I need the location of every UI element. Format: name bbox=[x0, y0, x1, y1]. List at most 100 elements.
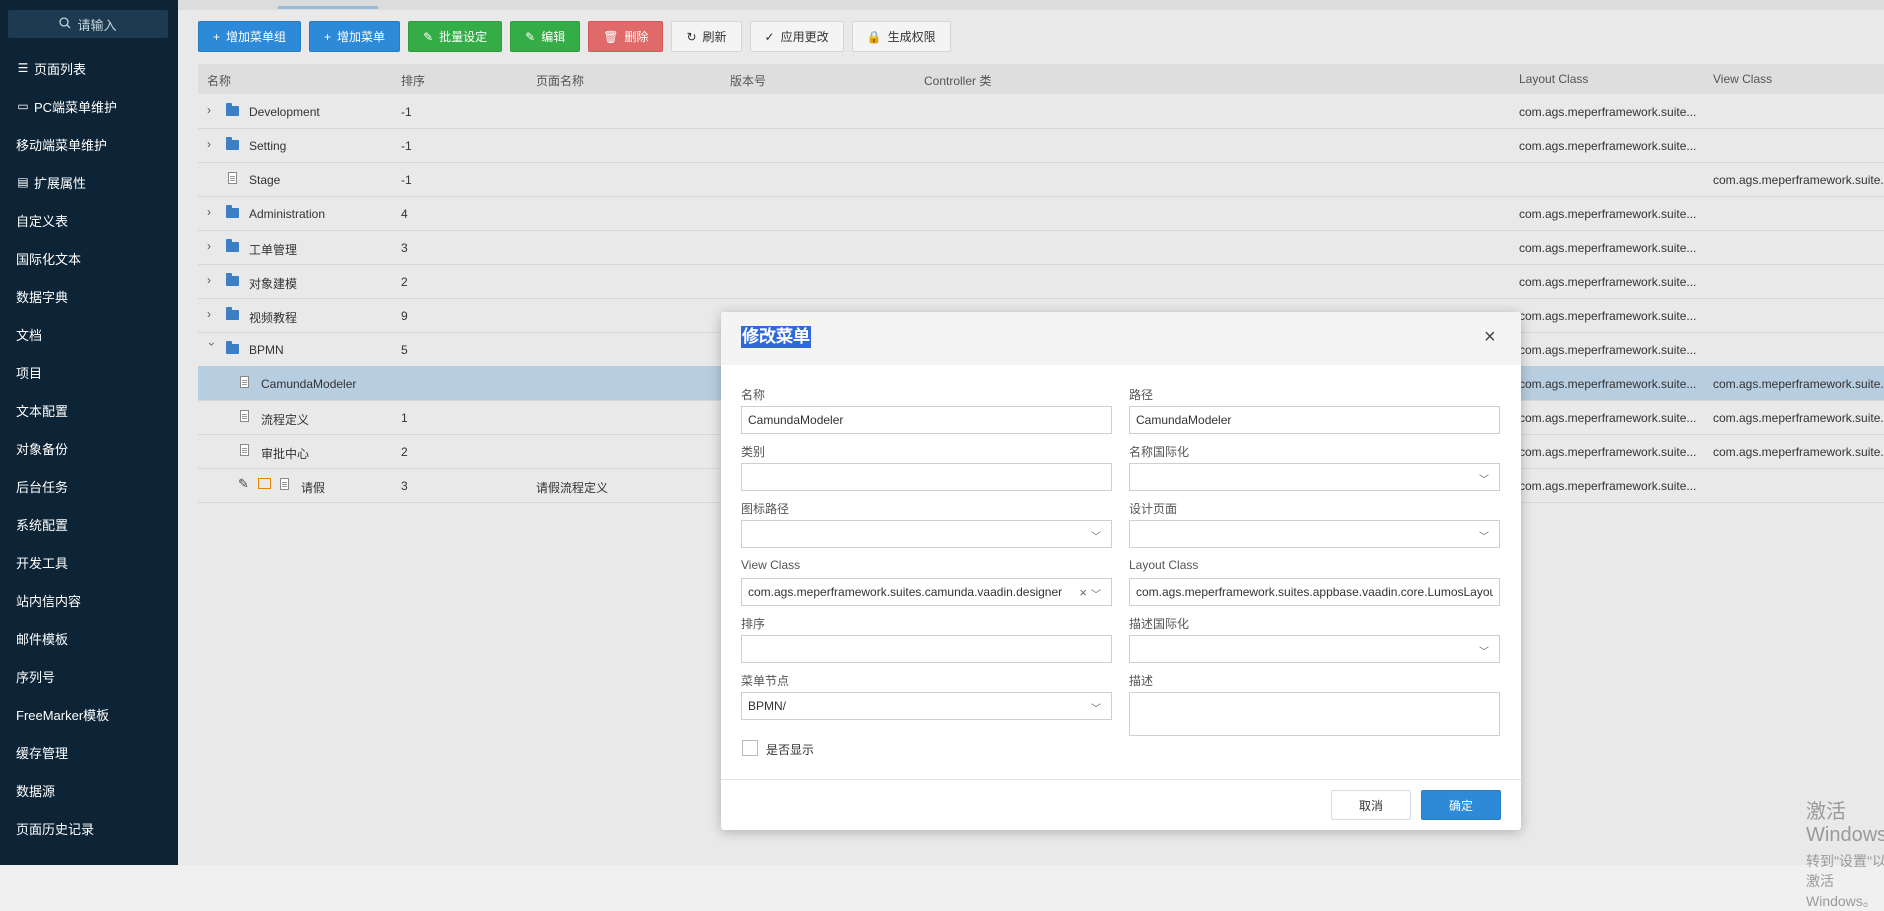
chevron-down-icon[interactable]: › bbox=[205, 342, 219, 354]
description-textarea[interactable] bbox=[1129, 692, 1500, 736]
chevron-down-icon[interactable]: ﹀ bbox=[1479, 643, 1489, 658]
chevron-right-icon[interactable]: › bbox=[207, 205, 219, 219]
design-page-select[interactable]: ﹀ bbox=[1129, 520, 1500, 548]
close-icon[interactable]: × bbox=[1484, 326, 1496, 349]
type-field[interactable] bbox=[741, 463, 1112, 491]
delete-button[interactable]: 🗑 删除 bbox=[588, 21, 664, 52]
sidebar-item-label: 项目 bbox=[16, 365, 43, 381]
sidebar-item-label: 缓存管理 bbox=[16, 745, 69, 761]
design-page-label: 设计页面 bbox=[1129, 502, 1178, 516]
table-row[interactable]: › Development -1 com.ags.meperframework.… bbox=[198, 94, 1884, 129]
show-checkbox[interactable] bbox=[742, 740, 758, 756]
sidebar-item-docs[interactable]: 文档 bbox=[0, 315, 178, 353]
header-order[interactable]: 排序 bbox=[401, 72, 425, 89]
sidebar-item-object-backup[interactable]: 对象备份 bbox=[0, 429, 178, 467]
sidebar-item-background-task[interactable]: 后台任务 bbox=[0, 467, 178, 505]
edit-button[interactable]: ✎ 编辑 bbox=[510, 21, 581, 52]
chevron-right-icon[interactable]: › bbox=[207, 103, 219, 117]
table-row[interactable]: › 对象建模 2 com.ags.meperframework.suite... bbox=[198, 264, 1884, 299]
sidebar-item-dev-tools[interactable]: 开发工具 bbox=[0, 543, 178, 581]
row-name: 视频教程 bbox=[249, 311, 298, 325]
view-class-select[interactable]: com.ags.meperframework.suites.camunda.va… bbox=[741, 578, 1112, 606]
row-name: CamundaModeler bbox=[261, 377, 357, 391]
presentation-icon[interactable] bbox=[258, 478, 271, 489]
sidebar-item-extension-attrs[interactable]: ▤ 扩展属性 bbox=[0, 163, 178, 201]
watermark-line1: 激活 Windows bbox=[1806, 801, 1884, 846]
chevron-right-icon[interactable]: › bbox=[207, 273, 219, 287]
add-menu-button[interactable]: + 增加菜单 bbox=[309, 21, 401, 52]
toolbar: + 增加菜单组 + 增加菜单 ✎ 批量设定 ✎ 编辑 🗑 删除 ↻ 刷新 ✓ 应用更改 🔒 生成… bbox=[198, 21, 951, 53]
chevron-right-icon[interactable]: › bbox=[207, 137, 219, 151]
name-field[interactable]: CamundaModeler bbox=[741, 406, 1112, 434]
row-layout-class: com.ags.meperframework.suite... bbox=[1519, 207, 1697, 221]
header-view-class[interactable]: View Class bbox=[1713, 72, 1772, 86]
sidebar-item-project[interactable]: 项目 bbox=[0, 353, 178, 391]
confirm-button[interactable]: 确定 bbox=[1421, 790, 1501, 820]
row-layout-class: com.ags.meperframework.suite... bbox=[1519, 241, 1697, 255]
row-order: 2 bbox=[401, 445, 408, 459]
sidebar-item-freemarker[interactable]: FreeMarker模板 bbox=[0, 695, 178, 733]
sidebar-item-page-list[interactable]: ☰ 页面列表 bbox=[0, 49, 178, 87]
document-icon bbox=[240, 410, 249, 422]
sidebar-item-label: 文档 bbox=[16, 327, 43, 343]
name-i18n-label: 名称国际化 bbox=[1129, 445, 1190, 459]
desc-i18n-select[interactable]: ﹀ bbox=[1129, 635, 1500, 663]
active-tab-indicator bbox=[278, 6, 378, 9]
chevron-right-icon[interactable]: › bbox=[207, 307, 219, 321]
chevron-down-icon[interactable]: ﹀ bbox=[1479, 528, 1489, 543]
sidebar-item-page-history[interactable]: 页面历史记录 bbox=[0, 809, 178, 847]
menu-node-select[interactable]: BPMN/ ﹀ bbox=[741, 692, 1112, 720]
sidebar-item-site-messages[interactable]: 站内信内容 bbox=[0, 581, 178, 619]
sidebar-item-mobile-menu[interactable]: 移动端菜单维护 bbox=[0, 125, 178, 163]
clear-icon[interactable]: × bbox=[1079, 585, 1087, 600]
chevron-down-icon[interactable]: ﹀ bbox=[1091, 586, 1101, 601]
sidebar-item-label: 邮件模板 bbox=[16, 631, 69, 647]
table-row[interactable]: › 工单管理 3 com.ags.meperframework.suite... bbox=[198, 230, 1884, 265]
batch-set-button[interactable]: ✎ 批量设定 bbox=[408, 21, 503, 52]
add-menu-group-button[interactable]: + 增加菜单组 bbox=[198, 21, 302, 52]
layout-class-field[interactable]: com.ags.meperframework.suites.appbase.va… bbox=[1129, 578, 1500, 606]
sidebar-item-cache[interactable]: 缓存管理 bbox=[0, 733, 178, 771]
table-row[interactable]: Stage -1 com.ags.meperframework.suite... bbox=[198, 162, 1884, 197]
refresh-button[interactable]: ↻ 刷新 bbox=[671, 21, 742, 52]
order-field[interactable] bbox=[741, 635, 1112, 663]
header-controller[interactable]: Controller 类 bbox=[924, 72, 991, 89]
chevron-down-icon[interactable]: ﹀ bbox=[1091, 700, 1101, 715]
sidebar-item-system-config[interactable]: 系统配置 bbox=[0, 505, 178, 543]
pencil-icon[interactable]: ✎ bbox=[238, 476, 249, 492]
sidebar-item-serial-number[interactable]: 序列号 bbox=[0, 657, 178, 695]
sidebar-item-mail-template[interactable]: 邮件模板 bbox=[0, 619, 178, 657]
sidebar-item-label: 自定义表 bbox=[16, 213, 69, 229]
icon-path-select[interactable]: ﹀ bbox=[741, 520, 1112, 548]
generate-permissions-button[interactable]: 🔒 生成权限 bbox=[851, 21, 951, 52]
cancel-button[interactable]: 取消 bbox=[1331, 790, 1411, 820]
row-order: 4 bbox=[401, 207, 408, 221]
name-i18n-select[interactable]: ﹀ bbox=[1129, 463, 1500, 491]
path-field[interactable]: CamundaModeler bbox=[1129, 406, 1500, 434]
row-name: 审批中心 bbox=[261, 447, 310, 461]
chevron-down-icon[interactable]: ﹀ bbox=[1091, 528, 1101, 543]
sidebar-item-text-config[interactable]: 文本配置 bbox=[0, 391, 178, 429]
sidebar-item-datasource[interactable]: 数据源 bbox=[0, 771, 178, 809]
header-name[interactable]: 名称 bbox=[207, 72, 231, 89]
header-page-name[interactable]: 页面名称 bbox=[536, 72, 584, 89]
folder-icon bbox=[226, 239, 239, 252]
sidebar-item-data-dict[interactable]: 数据字典 bbox=[0, 277, 178, 315]
sidebar-item-label: 开发工具 bbox=[16, 555, 69, 571]
document-icon bbox=[240, 444, 249, 456]
sidebar-search-input[interactable]: 请输入 bbox=[8, 10, 168, 38]
header-version[interactable]: 版本号 bbox=[730, 72, 766, 89]
row-layout-class: com.ags.meperframework.suite... bbox=[1519, 105, 1697, 119]
sidebar-item-pc-menu[interactable]: ▭ PC端菜单维护 bbox=[0, 87, 178, 125]
table-row[interactable]: › Setting -1 com.ags.meperframework.suit… bbox=[198, 128, 1884, 163]
chevron-right-icon[interactable]: › bbox=[207, 239, 219, 253]
lock-icon: 🔒 bbox=[866, 29, 882, 44]
row-order: 1 bbox=[401, 411, 408, 425]
chevron-down-icon[interactable]: ﹀ bbox=[1479, 471, 1489, 486]
sidebar-item-i18n-text[interactable]: 国际化文本 bbox=[0, 239, 178, 277]
trash-icon: 🗑 bbox=[603, 29, 619, 44]
header-layout-class[interactable]: Layout Class bbox=[1519, 72, 1588, 86]
table-row[interactable]: › Administration 4 com.ags.meperframewor… bbox=[198, 196, 1884, 231]
sidebar-item-custom-table[interactable]: 自定义表 bbox=[0, 201, 178, 239]
apply-changes-button[interactable]: ✓ 应用更改 bbox=[749, 21, 844, 52]
